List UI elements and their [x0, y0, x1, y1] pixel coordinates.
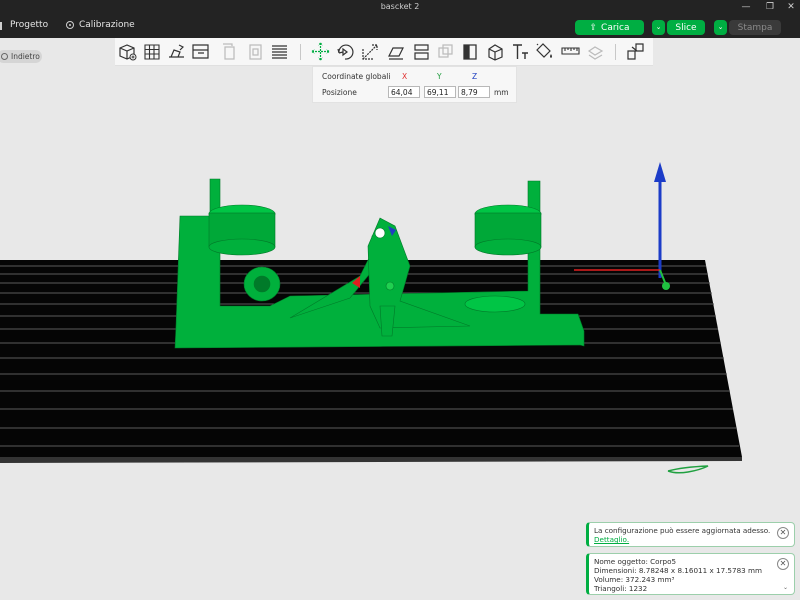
unit-label: mm	[494, 88, 509, 97]
grid-arrange-icon[interactable]	[142, 41, 163, 62]
object-name: Nome oggetto: Corpo5	[594, 557, 677, 566]
z-axis-head	[654, 162, 666, 182]
move-icon[interactable]	[310, 41, 331, 62]
plate-logo	[667, 465, 709, 474]
details-link[interactable]: Dettaglio.	[594, 535, 789, 544]
back-button[interactable]: Indietro	[0, 50, 42, 63]
close-icon[interactable]: ✕	[777, 558, 789, 570]
minimize-button[interactable]: —	[736, 1, 756, 13]
object-triangles: Triangoli: 1232	[594, 584, 648, 593]
object-dimensions: Dimensioni: 8.78248 x 8.16011 x 17.5783 …	[594, 566, 763, 575]
sidebar-edge-icon[interactable]	[0, 22, 4, 30]
paste-disabled-icon	[245, 41, 266, 62]
layers-icon[interactable]	[269, 41, 290, 62]
toolbar-divider	[300, 44, 301, 60]
close-button[interactable]: ✕	[781, 1, 800, 13]
upload-label: Carica	[601, 22, 630, 33]
scale-icon[interactable]	[360, 41, 381, 62]
y-axis-head	[662, 282, 670, 290]
notification-object-info: Nome oggetto: Corpo5 Dimensioni: 8.78248…	[586, 553, 795, 595]
boolean-disabled-icon	[435, 41, 456, 62]
lay-on-face-icon[interactable]	[386, 41, 407, 62]
measure-icon[interactable]	[560, 41, 581, 62]
main-toolbar	[115, 38, 653, 66]
text-icon[interactable]	[510, 41, 531, 62]
orient-icon[interactable]	[166, 41, 187, 62]
assembly-disabled-icon	[585, 41, 606, 62]
coord-header: Coordinate globali	[322, 72, 391, 81]
cut-icon[interactable]	[411, 41, 432, 62]
toolbar-divider	[615, 44, 616, 60]
menu-project[interactable]: Progetto	[10, 20, 48, 30]
back-label: Indietro	[11, 52, 40, 61]
back-icon	[1, 53, 8, 60]
position-label: Posizione	[322, 88, 357, 97]
notification-text: La configurazione può essere aggiornata …	[594, 526, 771, 535]
notification-config: La configurazione può essere aggiornata …	[586, 522, 795, 547]
upload-button[interactable]: ⇪ Carica	[575, 20, 644, 35]
seam-paint-icon[interactable]	[485, 41, 506, 62]
title-bar: bascket 2 Progetto Calibrazione — ❐ ✕ ⇪ …	[0, 0, 800, 38]
position-x-input[interactable]: 64,04	[388, 86, 420, 98]
menu-calibration-label: Calibrazione	[79, 20, 135, 30]
upload-icon: ⇪	[589, 22, 598, 33]
print-button[interactable]: Stampa	[729, 20, 781, 35]
chevron-down-icon[interactable]: ⌄	[783, 583, 788, 592]
support-paint-icon[interactable]	[460, 41, 481, 62]
position-z-input[interactable]: 8,79	[458, 86, 490, 98]
close-icon[interactable]: ✕	[777, 527, 789, 539]
gear-icon	[66, 21, 74, 29]
axis-z-label: Z	[472, 72, 478, 81]
position-y-input[interactable]: 69,11	[424, 86, 456, 98]
color-paint-icon[interactable]	[534, 41, 555, 62]
view-explode-icon[interactable]	[625, 41, 646, 62]
add-object-icon[interactable]	[117, 41, 138, 62]
plate-settings-icon[interactable]	[190, 41, 211, 62]
coordinates-panel: Coordinate globali X Y Z Posizione 64,04…	[312, 66, 517, 103]
copy-disabled-icon	[219, 41, 240, 62]
window-title: bascket 2	[380, 2, 420, 11]
scene-canvas[interactable]	[0, 66, 800, 600]
object-volume: Volume: 372.243 mm³	[594, 575, 675, 584]
3d-viewport[interactable]	[0, 66, 800, 600]
axis-y-label: Y	[437, 72, 442, 81]
restore-button[interactable]: ❐	[760, 1, 780, 13]
rotate-icon[interactable]	[335, 41, 356, 62]
slice-dropdown[interactable]: ⌄	[652, 20, 665, 35]
menu-calibration[interactable]: Calibrazione	[66, 20, 135, 30]
axis-x-label: X	[402, 72, 408, 81]
print-dropdown[interactable]: ⌄	[714, 20, 727, 35]
slice-button[interactable]: Slice	[667, 20, 705, 35]
